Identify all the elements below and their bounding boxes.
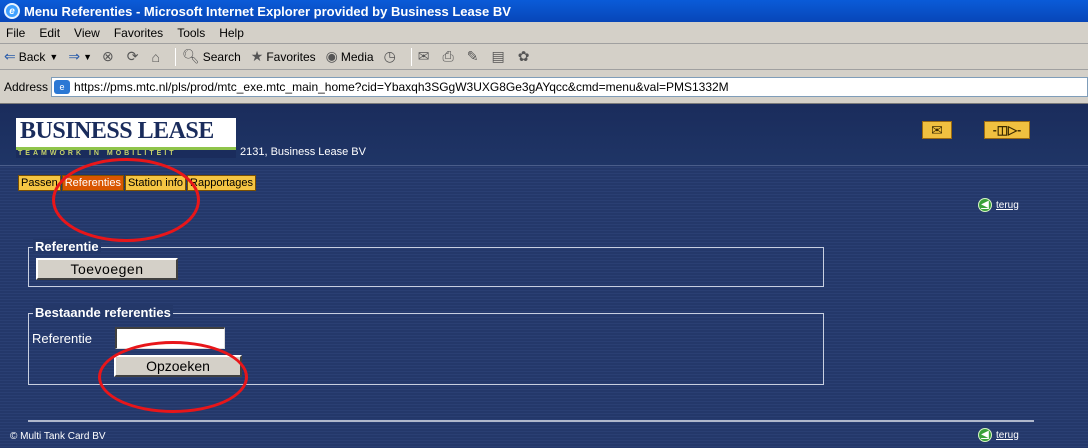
edit-icon: ✎: [466, 48, 479, 64]
search-label: Search: [202, 49, 241, 64]
menu-favorites[interactable]: Favorites: [114, 26, 163, 40]
footer-copyright: © Multi Tank Card BV: [10, 431, 106, 442]
toolbar-separator: [174, 47, 176, 66]
page-icon: e: [54, 79, 71, 94]
back-link-top[interactable]: ◀ terug: [978, 198, 1019, 212]
messenger-button[interactable]: ✿: [518, 48, 533, 65]
history-button[interactable]: ◷: [384, 48, 399, 65]
page-content: BUSINESS LEASE TEAMWORK IN MOBILITEIT 21…: [0, 104, 1088, 448]
back-link-label: terug: [996, 199, 1019, 211]
stop-icon: ⊗: [102, 48, 114, 64]
forward-arrow-icon: ⇒: [68, 48, 81, 64]
favorites-button[interactable]: ★ Favorites: [251, 48, 316, 65]
existing-references-group: Bestaande referenties Referentie Opzoeke…: [28, 305, 824, 385]
discuss-button[interactable]: ▤: [491, 48, 507, 65]
footer-divider: [28, 420, 1034, 422]
mail-icon[interactable]: ✉: [922, 121, 952, 139]
window-title-bar: e Menu Referenties - Microsoft Internet …: [0, 0, 1088, 22]
back-link-label: terug: [996, 429, 1019, 441]
refresh-icon: ⟳: [126, 48, 139, 64]
edit-button[interactable]: ✎: [467, 48, 482, 65]
back-arrow-icon: ⇐: [4, 48, 16, 64]
chevron-down-icon[interactable]: ▼: [49, 52, 58, 62]
main-tabs: Passen Referenties Station info Rapporta…: [18, 175, 257, 191]
toolbar-separator: [410, 47, 412, 66]
tab-referenties[interactable]: Referenties: [61, 175, 124, 191]
menu-view[interactable]: View: [74, 26, 100, 40]
mail-button[interactable]: ✉: [418, 48, 433, 65]
address-input[interactable]: e https://pms.mtc.nl/pls/prod/mtc_exe.mt…: [51, 76, 1088, 97]
refresh-button[interactable]: ⟳: [127, 48, 142, 65]
discuss-icon: ▤: [491, 48, 505, 64]
add-reference-button[interactable]: Toevoegen: [36, 258, 178, 280]
existing-references-title: Bestaande referenties: [33, 305, 173, 320]
site-header: BUSINESS LEASE TEAMWORK IN MOBILITEIT 21…: [0, 104, 1088, 166]
referentie-group-title: Referentie: [33, 239, 101, 254]
back-arrow-icon: ◀: [978, 198, 992, 212]
media-icon: ◉: [325, 48, 338, 64]
menu-help[interactable]: Help: [219, 26, 244, 40]
address-url: https://pms.mtc.nl/pls/prod/mtc_exe.mtc_…: [74, 79, 729, 94]
logout-plug-icon[interactable]: -◫▷-: [984, 121, 1030, 139]
history-icon: ◷: [383, 48, 396, 64]
tab-passen[interactable]: Passen: [18, 175, 61, 191]
company-name: 2131, Business Lease BV: [240, 146, 366, 158]
messenger-icon: ✿: [517, 48, 530, 64]
print-icon: ⎙: [442, 48, 454, 64]
reference-field-label: Referentie: [32, 331, 92, 346]
business-lease-logo: BUSINESS LEASE TEAMWORK IN MOBILITEIT: [16, 118, 236, 158]
stop-button[interactable]: ⊗: [102, 48, 117, 65]
tab-station-info[interactable]: Station info: [124, 175, 187, 191]
search-button[interactable]: 🔍︎ Search: [182, 48, 241, 65]
window-title: Menu Referenties - Microsoft Internet Ex…: [24, 3, 511, 19]
print-button[interactable]: ⎙: [443, 48, 457, 65]
back-button[interactable]: ⇐ Back ▼: [4, 48, 58, 65]
menu-file[interactable]: File: [6, 26, 25, 40]
search-reference-button[interactable]: Opzoeken: [114, 355, 242, 377]
browser-toolbar: ⇐ Back ▼ ⇒ ▼ ⊗ ⟳ ⌂ 🔍︎ Search ★ Favorites…: [0, 44, 1088, 70]
internet-explorer-icon: e: [4, 3, 20, 19]
tab-rapportages[interactable]: Rapportages: [187, 175, 257, 191]
logo-tagline: TEAMWORK IN MOBILITEIT: [16, 150, 236, 158]
reference-input[interactable]: [115, 327, 225, 349]
home-button[interactable]: ⌂: [151, 49, 162, 65]
favorites-label: Favorites: [266, 49, 316, 64]
home-icon: ⌂: [151, 48, 160, 65]
back-arrow-icon: ◀: [978, 428, 992, 442]
logo-text: BUSINESS LEASE: [20, 118, 214, 144]
address-label: Address: [4, 79, 49, 94]
address-bar: Address e https://pms.mtc.nl/pls/prod/mt…: [0, 70, 1088, 104]
media-button[interactable]: ◉ Media: [326, 48, 374, 65]
referentie-group: Referentie Toevoegen: [28, 239, 824, 287]
menu-edit[interactable]: Edit: [39, 26, 60, 40]
favorites-icon: ★: [250, 48, 264, 64]
search-icon: 🔍︎: [181, 48, 200, 64]
chevron-down-icon[interactable]: ▼: [83, 52, 92, 62]
back-link-bottom[interactable]: ◀ terug: [978, 428, 1019, 442]
back-label: Back: [18, 49, 46, 64]
mail-toolbar-icon: ✉: [417, 48, 430, 64]
media-label: Media: [340, 49, 374, 64]
menu-tools[interactable]: Tools: [177, 26, 205, 40]
menu-bar: File Edit View Favorites Tools Help: [0, 22, 1088, 44]
annotation-circle-tab: [52, 158, 200, 242]
forward-button[interactable]: ⇒ ▼: [68, 48, 92, 65]
